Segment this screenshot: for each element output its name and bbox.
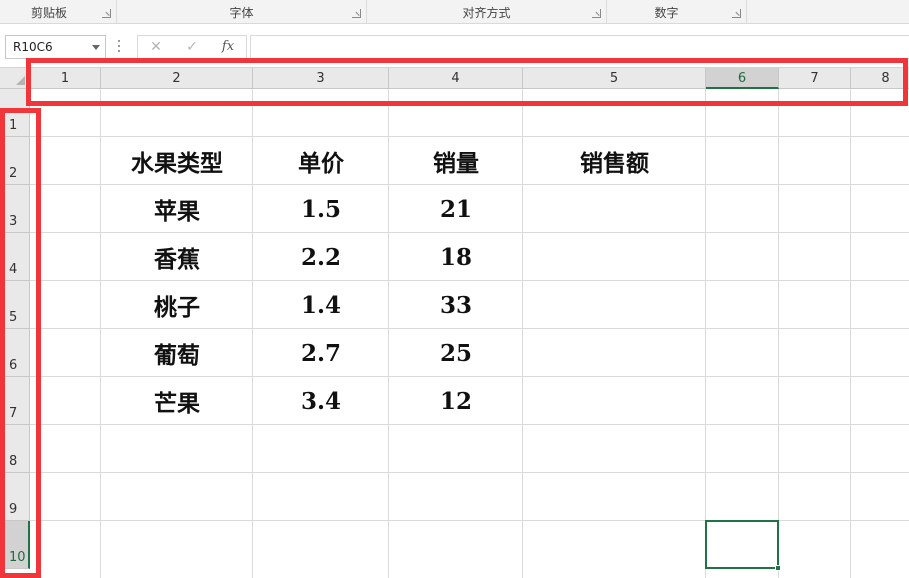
ribbon-group-label: 剪贴板: [30, 6, 67, 20]
table-cell[interactable]: 葡萄: [101, 329, 253, 377]
table-cell[interactable]: 3.4: [253, 377, 389, 425]
table-cell[interactable]: 水果类型: [101, 137, 253, 185]
table-cell[interactable]: 芒果: [101, 377, 253, 425]
formula-input[interactable]: [250, 35, 909, 59]
table-cell[interactable]: 苹果: [101, 185, 253, 233]
row-header-highlight: [0, 108, 41, 578]
gridline-vertical: [778, 89, 779, 578]
ribbon-group-labels: 剪贴板 字体 对齐方式 数字: [0, 0, 909, 24]
table-cell[interactable]: [523, 281, 706, 329]
table-cell[interactable]: 桃子: [101, 281, 253, 329]
ribbon-group-clipboard: 剪贴板: [0, 0, 117, 23]
dialog-launcher-icon[interactable]: [732, 9, 741, 18]
select-all-icon: [16, 76, 25, 85]
ribbon-group-label: 对齐方式: [462, 6, 511, 20]
table-cell[interactable]: [523, 233, 706, 281]
ribbon-group-label: 字体: [229, 6, 254, 20]
table-cell[interactable]: 21: [389, 185, 523, 233]
ribbon-group-font: 字体: [117, 0, 367, 23]
active-cell-selection[interactable]: [705, 520, 779, 569]
table-cell[interactable]: 销售额: [523, 137, 706, 185]
ribbon-group-label: 数字: [654, 6, 679, 20]
name-box[interactable]: R10C6: [5, 35, 106, 59]
dialog-launcher-icon[interactable]: [352, 9, 361, 18]
ribbon-group-alignment: 对齐方式: [367, 0, 607, 23]
ribbon-group-number: 数字: [607, 0, 747, 23]
table-cell[interactable]: 2.7: [253, 329, 389, 377]
enter-icon[interactable]: ✓: [180, 38, 204, 56]
insert-function-icon[interactable]: fx: [216, 38, 240, 56]
table-cell[interactable]: 1.5: [253, 185, 389, 233]
table-cell[interactable]: 2.2: [253, 233, 389, 281]
cancel-icon[interactable]: ✕: [144, 38, 168, 56]
dialog-launcher-icon[interactable]: [592, 9, 601, 18]
table-cell[interactable]: 1.4: [253, 281, 389, 329]
column-header-highlight: [26, 58, 908, 106]
more-options-icon[interactable]: [118, 40, 121, 54]
table-cell[interactable]: 25: [389, 329, 523, 377]
table-cell[interactable]: [523, 185, 706, 233]
name-box-value: R10C6: [13, 40, 53, 54]
table-cell[interactable]: 33: [389, 281, 523, 329]
gridline-horizontal: [30, 472, 909, 473]
gridline-vertical: [850, 89, 851, 578]
table-cell[interactable]: [523, 377, 706, 425]
table-cell[interactable]: 18: [389, 233, 523, 281]
table-cell[interactable]: 销量: [389, 137, 523, 185]
fill-handle[interactable]: [775, 565, 781, 571]
table-cell[interactable]: 单价: [253, 137, 389, 185]
chevron-down-icon[interactable]: [92, 45, 100, 50]
formula-buttons: ✕ ✓ fx: [137, 35, 247, 59]
table-cell[interactable]: 12: [389, 377, 523, 425]
dialog-launcher-icon[interactable]: [102, 9, 111, 18]
worksheet-grid[interactable]: 1 2 3 4 5 6 7 8 1 2 3 4 5 6 7 8 9 10 水果类型 单价 销量 销售额 苹果 1.5 21 香蕉 2…: [0, 68, 909, 578]
table-cell[interactable]: [523, 329, 706, 377]
table-cell[interactable]: 香蕉: [101, 233, 253, 281]
